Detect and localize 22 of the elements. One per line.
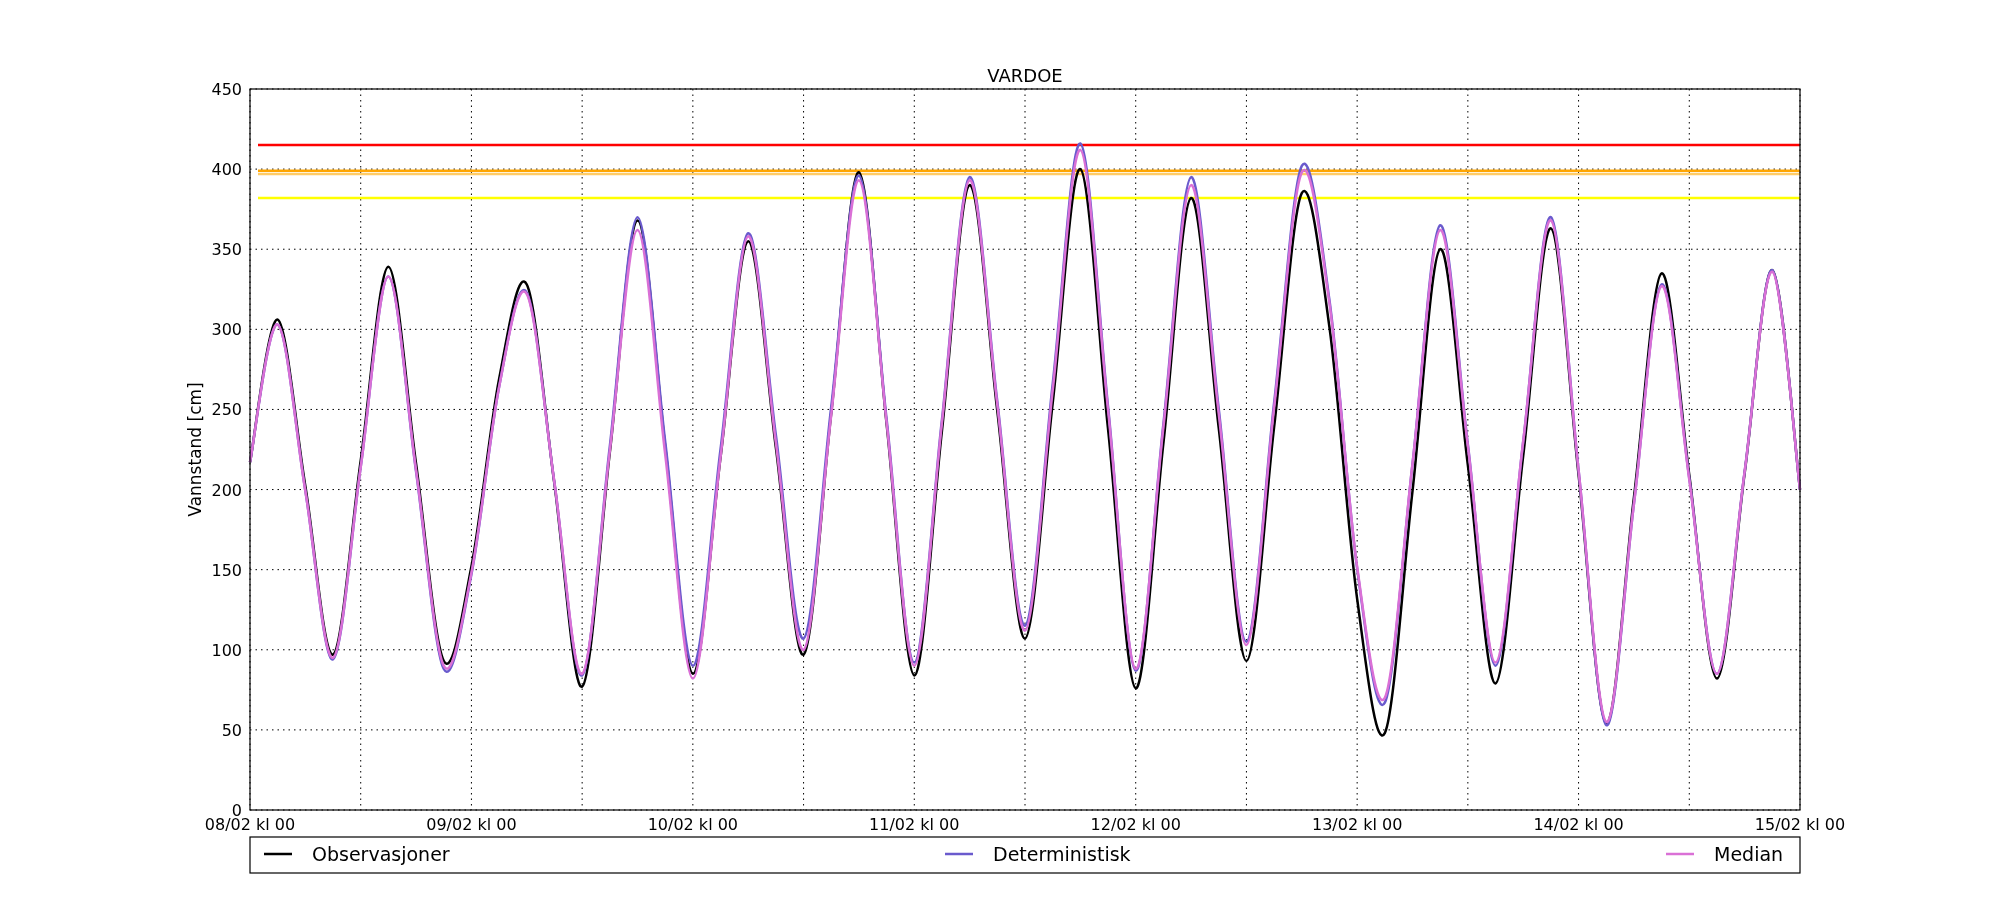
- x-tick-label: 08/02 kl 00: [204, 815, 296, 834]
- y-tick-label: 100: [211, 640, 242, 660]
- y-tick-label: 50: [221, 720, 242, 740]
- x-tick-label: 11/02 kl 00: [869, 815, 960, 834]
- x-tick-label: 10/02 kl 00: [647, 815, 739, 834]
- x-tick-label: 15/02 kl 00: [1754, 815, 1846, 834]
- legend-label: Deterministisk: [993, 843, 1131, 865]
- chart-title: VARDOE: [987, 65, 1063, 86]
- y-tick-label: 300: [211, 320, 242, 340]
- legend-label: Median: [1714, 843, 1784, 865]
- x-tick-label: 09/02 kl 00: [426, 815, 517, 834]
- y-tick-label: 350: [211, 240, 242, 260]
- legend-label: Observasjoner: [312, 843, 450, 865]
- y-tick-label: 450: [211, 80, 242, 99]
- y-tick-label: 200: [211, 480, 242, 500]
- y-tick-label: 150: [211, 560, 242, 580]
- x-tick-label: 13/02 kl 00: [1311, 815, 1403, 834]
- y-tick-label: 250: [211, 400, 242, 420]
- y-tick-label: 400: [211, 160, 242, 180]
- x-tick-label: 14/02 kl 00: [1533, 815, 1624, 834]
- x-tick-label: 12/02 kl 00: [1090, 815, 1181, 834]
- y-axis-label: Vannstand [cm]: [185, 382, 205, 517]
